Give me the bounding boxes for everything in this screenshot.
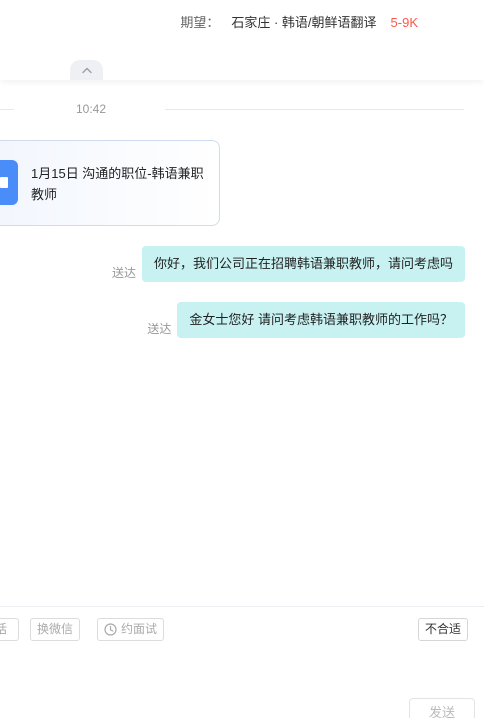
message-bubble: 金女士您好 请问考虑韩语兼职教师的工作吗？: [177, 302, 465, 338]
exchange-phone-button[interactable]: 话: [0, 618, 19, 641]
document-icon: [0, 177, 8, 188]
message-row: 送达 金女士您好 请问考虑韩语兼职教师的工作吗？: [147, 302, 465, 338]
not-suitable-button[interactable]: 不合适: [418, 618, 469, 641]
message-status: 送达: [147, 321, 172, 336]
message-row: 送达 你好，我们公司正在招聘韩语兼职教师，请问考虑吗: [112, 246, 465, 282]
job-card[interactable]: 1月15日 沟通的职位-韩语兼职教师: [0, 140, 220, 226]
schedule-interview-label: 约面试: [121, 622, 158, 636]
divider-line-left: [0, 109, 14, 110]
expectation-salary: 5-9K: [390, 15, 418, 30]
exchange-wechat-button[interactable]: 换微信: [30, 618, 81, 641]
send-button[interactable]: 发送: [409, 698, 475, 718]
job-icon: [0, 160, 18, 205]
job-card-text: 1月15日 沟通的职位-韩语兼职教师: [31, 166, 204, 202]
clock-icon: [104, 623, 117, 636]
exchange-wechat-label: 换微信: [37, 622, 74, 636]
message-bubble: 你好，我们公司正在招聘韩语兼职教师，请问考虑吗: [141, 246, 465, 282]
chevron-up-icon: [81, 67, 92, 74]
not-suitable-label: 不合适: [425, 622, 462, 636]
expectation-label: 期望：: [180, 15, 220, 30]
expectation-info: 期望： 石家庄 · 韩语/朝鲜语翻译 5-9K: [180, 12, 418, 31]
collapse-header-button[interactable]: [70, 60, 103, 80]
message-status: 送达: [111, 265, 136, 280]
schedule-interview-button[interactable]: 约面试: [97, 618, 165, 641]
exchange-phone-label: 话: [0, 622, 8, 636]
expectation-place: 石家庄 · 韩语/朝鲜语翻译: [231, 15, 377, 30]
chat-window: 期望： 石家庄 · 韩语/朝鲜语翻译 5-9K 10:42 1月15日 沟通的职位-…: [0, 0, 484, 718]
chat-header: 期望： 石家庄 · 韩语/朝鲜语翻译 5-9K: [0, 0, 484, 80]
message-time: 10:42: [76, 102, 107, 116]
time-divider: 10:42: [0, 98, 484, 122]
divider-line-right: [165, 109, 464, 110]
quick-action-bar: 话 换微信 约面试 不合适: [0, 606, 484, 650]
